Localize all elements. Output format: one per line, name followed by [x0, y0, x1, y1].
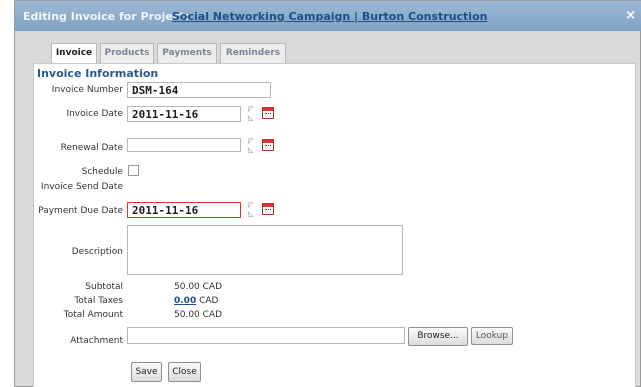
schedule-checkbox[interactable] — [128, 165, 139, 176]
tab-reminders[interactable]: Reminders — [220, 43, 286, 63]
invoice-date-value: 2011-11-16 — [132, 108, 199, 121]
description-textarea[interactable] — [127, 225, 403, 275]
calendar-icon[interactable] — [262, 203, 274, 215]
attachment-label: Attachment — [70, 336, 123, 346]
subtotal-label: Subtotal — [85, 282, 123, 292]
close-button[interactable]: Close — [168, 362, 201, 382]
tab-payments[interactable]: Payments — [157, 43, 217, 63]
invoice-number-label: Invoice Number — [51, 85, 123, 95]
total-amount-value: 50.00 CAD — [174, 310, 222, 320]
dialog-titlebar: Editing Invoice for Project: Social Netw… — [15, 1, 641, 31]
dialog-title: Editing Invoice for Project: — [23, 10, 190, 23]
section-title: Invoice Information — [37, 67, 159, 80]
total-taxes-currency: CAD — [199, 296, 219, 306]
tab-products[interactable]: Products — [100, 43, 154, 63]
description-label: Description — [71, 247, 123, 257]
save-button[interactable]: Save — [131, 362, 162, 382]
invoice-send-date-label: Invoice Send Date — [40, 182, 123, 192]
invoice-date-label: Invoice Date — [66, 109, 123, 119]
close-icon[interactable]: × — [625, 8, 636, 23]
total-taxes-label: Total Taxes — [74, 296, 123, 306]
edit-invoice-dialog: Editing Invoice for Project: Social Netw… — [14, 0, 641, 387]
total-taxes-value: 0.00 CAD — [174, 296, 218, 306]
invoice-number-value: DSM-164 — [132, 84, 179, 97]
total-amount-label: Total Amount — [63, 310, 123, 320]
schedule-label: Schedule — [81, 167, 123, 177]
project-link[interactable]: Social Networking Campaign | Burton Cons… — [172, 10, 487, 23]
tab-invoice[interactable]: Invoice — [51, 43, 97, 64]
up-down-arrows-icon[interactable]: ◸ ◺ — [246, 201, 258, 219]
payment-due-date-value: 2011-11-16 — [132, 204, 199, 217]
attachment-file-field[interactable] — [127, 327, 405, 344]
payment-due-date-field[interactable]: 2011-11-16 — [127, 202, 241, 218]
invoice-date-field[interactable]: 2011-11-16 — [127, 106, 241, 122]
invoice-panel: Invoice Information Invoice Number DSM-1… — [33, 63, 636, 387]
lookup-button[interactable]: Lookup — [471, 327, 513, 345]
calendar-icon[interactable] — [262, 107, 274, 119]
invoice-number-field[interactable]: DSM-164 — [127, 82, 271, 98]
payment-due-date-label: Payment Due Date — [38, 206, 123, 216]
renewal-date-label: Renewal Date — [60, 143, 123, 153]
total-taxes-link[interactable]: 0.00 — [174, 296, 196, 306]
renewal-date-field[interactable] — [127, 138, 241, 152]
browse-button[interactable]: Browse... — [408, 327, 468, 346]
up-down-arrows-icon[interactable]: ◸ ◺ — [246, 137, 258, 155]
calendar-icon[interactable] — [262, 139, 274, 151]
up-down-arrows-icon[interactable]: ◸ ◺ — [246, 105, 258, 123]
subtotal-value: 50.00 CAD — [174, 282, 222, 292]
